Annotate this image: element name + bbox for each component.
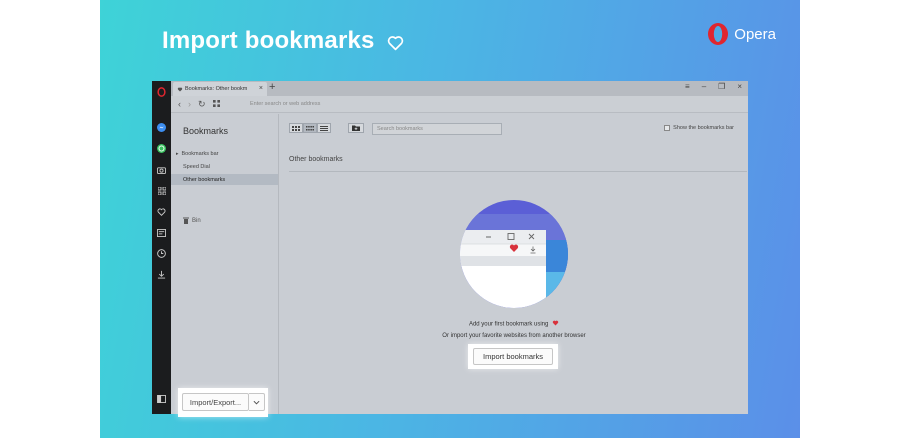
opera-logo-icon[interactable] xyxy=(156,86,167,97)
small-grid-view-button[interactable] xyxy=(303,123,317,133)
opera-brand: Opera xyxy=(706,22,776,46)
opera-sidebar xyxy=(152,81,171,414)
item-label: Bookmarks bar xyxy=(181,150,219,157)
promo-banner: Import bookmarks Opera Bookmarks: Other … xyxy=(100,0,800,438)
view-switcher xyxy=(289,123,331,133)
import-export-button[interactable]: Import/Export... xyxy=(182,393,249,411)
whatsapp-icon[interactable] xyxy=(156,143,167,154)
folder-add-icon xyxy=(352,125,360,131)
show-bookmarks-bar-option[interactable]: Show the bookmarks bar xyxy=(664,125,734,131)
address-bar: ‹ › ↻ Enter search or web address xyxy=(171,96,748,113)
sidebar-item-speed-dial[interactable]: Speed Dial xyxy=(171,161,278,172)
import-export-dropdown[interactable] xyxy=(249,393,265,411)
history-icon[interactable] xyxy=(156,248,167,259)
opera-logo-icon xyxy=(708,23,729,45)
minimize-icon[interactable]: – xyxy=(702,82,706,91)
close-window-icon[interactable]: × xyxy=(737,82,742,91)
import-export-highlight: Import/Export... xyxy=(178,388,268,417)
tab-bookmarks[interactable]: Bookmarks: Other bookm × xyxy=(173,82,267,96)
sidebar-item-bin[interactable]: Bin xyxy=(183,217,201,224)
list-view-button[interactable] xyxy=(317,123,331,133)
folder-heading: Other bookmarks xyxy=(289,156,343,163)
brand-name: Opera xyxy=(734,25,776,43)
trash-icon xyxy=(183,217,189,224)
news-icon[interactable] xyxy=(156,227,167,238)
headline-text: Import bookmarks xyxy=(162,27,375,54)
empty-message-line2: Or import your favorite websites from an… xyxy=(442,333,586,339)
item-label: Other bookmarks xyxy=(183,176,226,183)
window-controls: ≡ – ❐ × xyxy=(685,82,742,91)
sidebar-toggle-icon[interactable] xyxy=(156,393,167,404)
new-tab-button[interactable]: + xyxy=(269,81,275,93)
search-bookmarks-input[interactable]: Search bookmarks xyxy=(372,123,502,135)
chevron-right-icon[interactable]: ▸ xyxy=(176,151,179,157)
show-bar-label: Show the bookmarks bar xyxy=(673,125,734,131)
bin-label: Bin xyxy=(192,217,201,224)
forward-icon[interactable]: › xyxy=(188,99,191,110)
large-grid-view-button[interactable] xyxy=(289,123,303,133)
divider xyxy=(289,171,747,172)
easy-setup-icon[interactable]: ≡ xyxy=(685,82,690,91)
panel-title: Bookmarks xyxy=(183,126,229,136)
heart-icon xyxy=(552,320,559,326)
speed-dial-icon[interactable] xyxy=(212,99,220,110)
heart-icon[interactable] xyxy=(156,206,167,217)
tab-bar: Bookmarks: Other bookm × + ≡ – ❐ × xyxy=(171,81,748,96)
empty-state-illustration xyxy=(458,200,570,313)
sidebar-item-other-bookmarks[interactable]: Other bookmarks xyxy=(171,174,278,185)
add-folder-button[interactable] xyxy=(348,123,364,133)
camera-icon[interactable] xyxy=(156,164,167,175)
maximize-icon[interactable]: ❐ xyxy=(718,82,725,91)
chevron-down-icon xyxy=(253,400,260,405)
address-input[interactable]: Enter search or web address xyxy=(250,101,320,107)
import-bookmarks-highlight: Import bookmarks xyxy=(468,344,558,369)
browser-window: Bookmarks: Other bookm × + ≡ – ❐ × ‹ › ↻… xyxy=(152,81,748,417)
message-text: Add your first bookmark using xyxy=(468,321,549,328)
nav-buttons: ‹ › ↻ xyxy=(178,99,220,110)
empty-message-line1: Add your first bookmark using xyxy=(280,320,748,328)
sidebar-item-bookmarks-bar[interactable]: ▸ Bookmarks bar xyxy=(171,148,278,159)
messenger-icon[interactable] xyxy=(156,122,167,133)
headline: Import bookmarks xyxy=(162,27,404,58)
back-icon[interactable]: ‹ xyxy=(178,99,181,110)
bookmarks-main: Search bookmarks Show the bookmarks bar … xyxy=(280,114,748,414)
grid-icon[interactable] xyxy=(156,185,167,196)
tab-title: Bookmarks: Other bookm xyxy=(185,86,248,92)
reload-icon[interactable]: ↻ xyxy=(198,99,206,110)
item-label: Speed Dial xyxy=(183,163,210,170)
bookmarks-left-panel: Bookmarks ▸ Bookmarks bar Speed Dial Oth… xyxy=(171,114,279,417)
close-tab-icon[interactable]: × xyxy=(259,85,263,92)
download-icon[interactable] xyxy=(156,269,167,280)
import-bookmarks-button[interactable]: Import bookmarks xyxy=(473,348,553,365)
heart-icon xyxy=(177,87,183,92)
show-bar-checkbox[interactable] xyxy=(664,125,671,131)
heart-outline-icon xyxy=(387,30,404,58)
